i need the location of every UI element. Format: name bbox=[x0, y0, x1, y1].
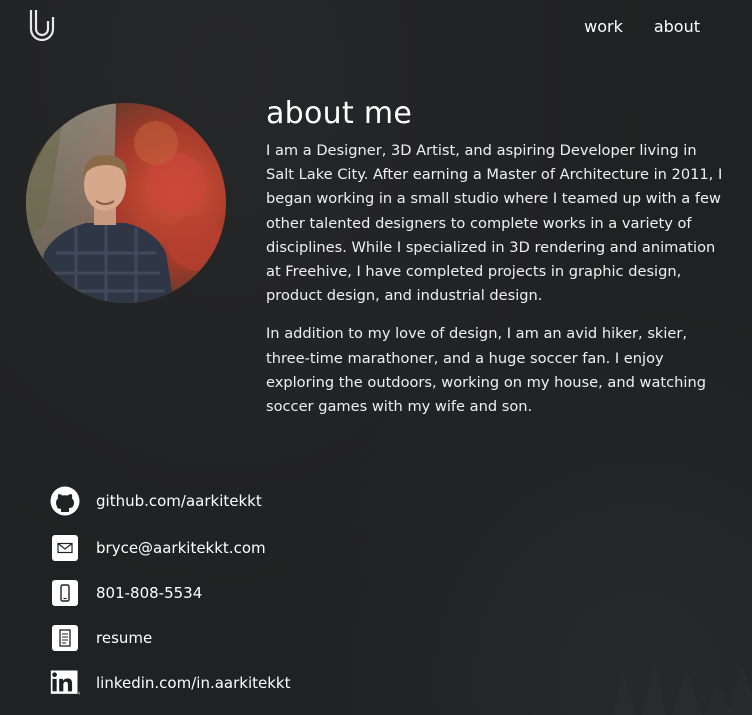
contact-resume[interactable]: resume bbox=[50, 623, 152, 653]
about-paragraph: I am a Designer, 3D Artist, and aspiring… bbox=[266, 142, 723, 305]
contact-phone[interactable]: 801-808-5534 bbox=[50, 578, 202, 608]
nav-link-about[interactable]: about bbox=[654, 17, 700, 36]
contact-label: github.com/aarkitekkt bbox=[96, 492, 262, 510]
contact-label: bryce@aarkitekkt.com bbox=[96, 539, 266, 557]
logo-icon bbox=[29, 10, 55, 42]
profile-photo bbox=[26, 103, 226, 303]
nav-link-work[interactable]: work bbox=[584, 17, 623, 36]
contact-linkedin[interactable]: ® linkedin.com/in.aarkitekkt bbox=[50, 668, 291, 698]
about-paragraph: In addition to my love of design, I am a… bbox=[266, 325, 706, 416]
github-icon bbox=[50, 486, 80, 516]
page-title: about me bbox=[266, 96, 413, 131]
contact-email[interactable]: bryce@aarkitekkt.com bbox=[50, 533, 266, 563]
site-logo[interactable] bbox=[28, 9, 56, 42]
mail-icon bbox=[50, 533, 80, 563]
contact-label: linkedin.com/in.aarkitekkt bbox=[96, 674, 291, 692]
about-section: about me I am a Designer, 3D Artist, and… bbox=[266, 96, 724, 433]
linkedin-icon: ® bbox=[50, 668, 80, 698]
contact-label: resume bbox=[96, 629, 153, 647]
phone-icon bbox=[50, 578, 80, 608]
svg-text:®: ® bbox=[78, 692, 81, 696]
document-icon bbox=[50, 623, 80, 653]
portrait-image bbox=[26, 103, 226, 303]
contact-label: 801-808-5534 bbox=[96, 584, 203, 602]
main-nav: work about bbox=[584, 17, 700, 36]
background-trees bbox=[612, 663, 752, 715]
contact-github[interactable]: github.com/aarkitekkt bbox=[50, 486, 262, 516]
